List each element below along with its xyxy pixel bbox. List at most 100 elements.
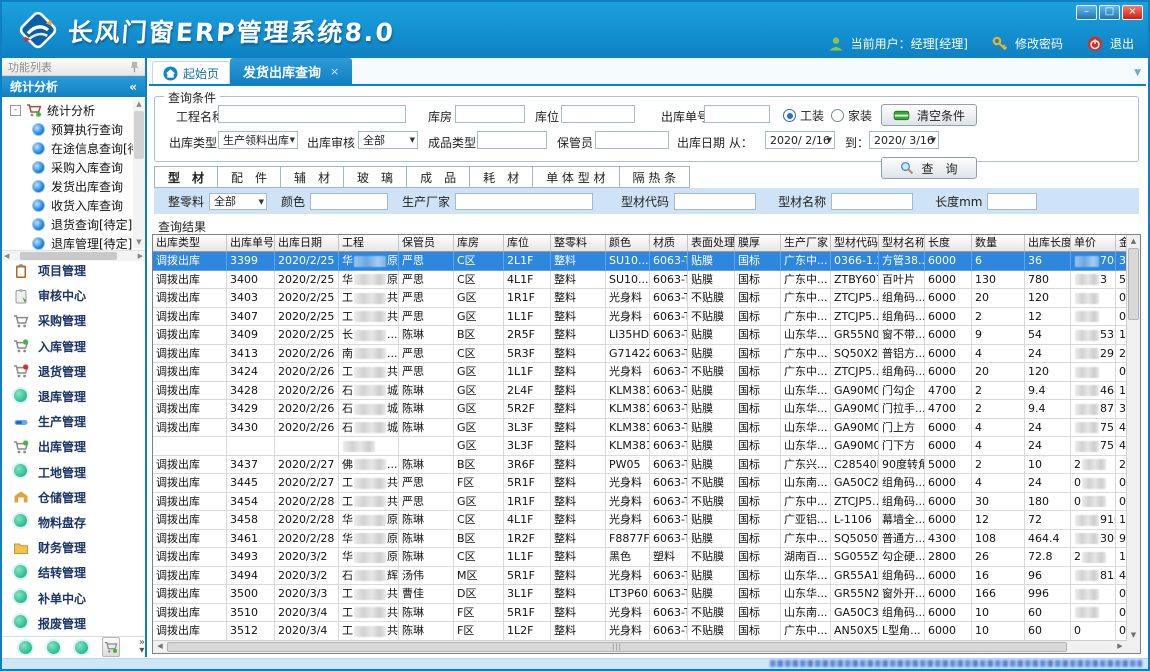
tree-item[interactable]: 退货查询[待定] (2, 215, 145, 234)
column-header[interactable]: 出库长度 (1025, 235, 1071, 252)
column-header[interactable]: 工程 (339, 235, 399, 252)
profile-name-input[interactable] (831, 193, 913, 210)
sidebar-item[interactable]: 采购管理 (2, 308, 145, 333)
scroll-down-icon[interactable]: ▼ (133, 237, 145, 248)
tree-item[interactable]: 预算执行查询 (2, 120, 145, 139)
table-row[interactable]: 调拨出库35102020/3/4工共工程陈琳F区5R1F整料光身料6063-T5… (153, 604, 1140, 623)
material-tab-active[interactable]: 型 材 (154, 166, 218, 188)
table-row[interactable]: 调拨出库34302020/2/26石城陈琳G区3L3F整料KLM38176063… (153, 419, 1140, 438)
radio-gongzhuang[interactable]: 工装 (783, 107, 824, 124)
column-header[interactable]: 出库日期 (275, 235, 339, 252)
sidebar-item[interactable]: 退库管理 (2, 384, 145, 409)
sidebar-item[interactable]: 补单中心 (2, 585, 145, 610)
table-row[interactable]: 调拨出库34932020/3/2华原...陈琳C区1L1F整料黑色塑料不贴膜国标… (153, 548, 1140, 567)
length-input[interactable] (987, 193, 1037, 210)
scroll-thumb[interactable] (1128, 248, 1139, 320)
table-row[interactable]: 调拨出库35122020/3/4工共工程陈琳F区1L2F整料光身料6063-T5… (153, 622, 1140, 641)
factory-input[interactable] (455, 193, 593, 210)
tree-item[interactable]: 在途信息查询[待 (2, 139, 145, 158)
material-tab[interactable]: 玻 璃 (344, 166, 407, 188)
tab-home[interactable]: 起始页 (152, 61, 230, 84)
radio-jiazhuang[interactable]: 家装 (831, 107, 872, 124)
tree-item[interactable]: 收货入库查询 (2, 196, 145, 215)
table-row[interactable]: 调拨出库34612020/2/28华原...陈琳B区1R2F整料F8877FT6… (153, 530, 1140, 549)
sidebar-item[interactable]: 工地管理 (2, 460, 145, 485)
sidebar-item[interactable]: 仓储管理 (2, 485, 145, 510)
tree-item[interactable]: 发货出库查询 (2, 177, 145, 196)
column-header[interactable]: 材质 (650, 235, 688, 252)
column-header[interactable]: 数量 (972, 235, 1025, 252)
overflow-chevron-icon[interactable]: »▾ (139, 639, 145, 655)
column-header[interactable]: 库位 (504, 235, 551, 252)
date-to-select[interactable]: 2020/ 3/16 (869, 131, 939, 149)
group-dot-icon[interactable] (19, 641, 32, 654)
table-row[interactable]: G区3L3F整料KLM38176063-T5贴膜国标山东华...GA90M09.… (153, 437, 1140, 456)
scroll-down-icon[interactable]: ▼ (1127, 629, 1140, 641)
date-from-select[interactable]: 2020/ 2/16 (765, 131, 835, 149)
sidebar-item[interactable]: 物料盘存 (2, 510, 145, 535)
tree-item[interactable]: 退库管理[待定] (2, 234, 145, 250)
column-header[interactable]: 膜厚 (735, 235, 781, 252)
product-type-input[interactable] (477, 131, 547, 149)
column-header[interactable]: 出库单号 (227, 235, 275, 252)
tree-expander-icon[interactable]: - (10, 105, 21, 116)
tree-vertical-scrollbar[interactable]: ▲▼ (133, 99, 145, 248)
table-vertical-scrollbar[interactable]: ▲▼ (1126, 235, 1140, 641)
sidebar-item[interactable]: 生产管理 (2, 409, 145, 434)
scroll-up-icon[interactable]: ▲ (133, 99, 145, 110)
sidebar-item[interactable]: 审核中心 (2, 283, 145, 308)
collapse-icon[interactable]: « (129, 80, 137, 94)
column-header[interactable]: 单价 (1071, 235, 1116, 252)
tree-root-statistics[interactable]: - 统计分析 (2, 100, 145, 120)
maximize-button[interactable]: □ (1099, 5, 1120, 20)
table-horizontal-scrollbar[interactable]: ◀|||▶ (153, 640, 1127, 653)
whole-piece-select[interactable]: 全部 (209, 193, 267, 210)
out-type-select[interactable]: 生产领料出库 (218, 131, 298, 149)
material-tab[interactable]: 隔 热 条 (620, 166, 691, 188)
table-row[interactable]: 调拨出库34542020/2/28工共工程严思G区1R1F整料光身料6063-T… (153, 493, 1140, 512)
table-row[interactable]: 调拨出库34292020/2/26石城陈琳G区5R2F整料KLM38176063… (153, 400, 1140, 419)
table-row[interactable]: 调拨出库35002020/3/3工共工程曹佳D区3L1F整料LT3P606063… (153, 585, 1140, 604)
profile-code-input[interactable] (674, 193, 756, 210)
table-row[interactable]: 调拨出库34092020/2/25长...陈琳B区2R5F整料LI35HD606… (153, 326, 1140, 345)
column-header[interactable]: 保管员 (399, 235, 454, 252)
table-row[interactable]: 调拨出库34242020/2/26工共工程严思G区1L1F整料光身料6063-T… (153, 363, 1140, 382)
column-header[interactable]: 表面处理 (688, 235, 735, 252)
column-header[interactable]: 长度 (925, 235, 972, 252)
column-header[interactable]: 型材名称 (879, 235, 925, 252)
close-button[interactable]: × (1122, 5, 1143, 20)
group-dot-icon[interactable] (47, 641, 60, 654)
scroll-right-icon[interactable]: ▶ (1114, 641, 1126, 652)
column-header[interactable]: 生产厂家 (781, 235, 831, 252)
table-row[interactable]: 调拨出库34372020/2/27佛...陈琳B区3R6F整料PW056063-… (153, 456, 1140, 475)
column-header[interactable]: 型材代码 (831, 235, 879, 252)
tree-item[interactable]: 采购入库查询 (2, 158, 145, 177)
column-header[interactable]: 整零料 (551, 235, 606, 252)
sidebar-item[interactable]: 财务管理 (2, 535, 145, 560)
material-tab[interactable]: 辅 材 (281, 166, 344, 188)
project-name-input[interactable] (218, 105, 406, 123)
order-no-input[interactable] (704, 105, 770, 123)
statistics-group-button[interactable] (102, 637, 120, 657)
location-input[interactable] (561, 105, 635, 123)
minimize-button[interactable]: – (1076, 5, 1097, 20)
sidebar-item[interactable]: 出库管理 (2, 434, 145, 459)
table-row[interactable]: 调拨出库34002020/2/25华原...严思C区4L1F整料SU10...6… (153, 271, 1140, 290)
clear-conditions-button[interactable]: 清空条件 (881, 104, 977, 126)
tab-list-dropdown-icon[interactable]: ▼ (1134, 68, 1141, 78)
material-tab[interactable]: 配 件 (218, 166, 281, 188)
table-row[interactable]: 调拨出库34582020/2/28华原...陈琳C区4L1F整料光身料6063-… (153, 511, 1140, 530)
scroll-up-icon[interactable]: ▲ (1127, 235, 1140, 247)
table-row[interactable]: 调拨出库34282020/2/26石城陈琳G区2L4F整料KLM38176063… (153, 382, 1140, 401)
tab-close-icon[interactable]: × (330, 65, 339, 78)
column-header[interactable]: 库房 (454, 235, 504, 252)
material-tab[interactable]: 单 体 型 材 (533, 166, 619, 188)
table-row[interactable]: 调拨出库33992020/2/25华原...严思C区2L1F整料SU10...6… (153, 252, 1140, 271)
audit-select[interactable]: 全部 (358, 131, 418, 149)
table-row[interactable]: 调拨出库34132020/2/26南...严思C区5R3F整料G71422606… (153, 345, 1140, 364)
table-row[interactable]: 调拨出库34452020/2/27工共工程严思F区5R1F整料光身料6063-T… (153, 474, 1140, 493)
change-password-link[interactable]: 修改密码 (1015, 35, 1063, 52)
material-tab[interactable]: 耗 材 (470, 166, 533, 188)
warehouse-input[interactable] (455, 105, 525, 123)
sidebar-item[interactable]: 报废管理 (2, 611, 145, 636)
